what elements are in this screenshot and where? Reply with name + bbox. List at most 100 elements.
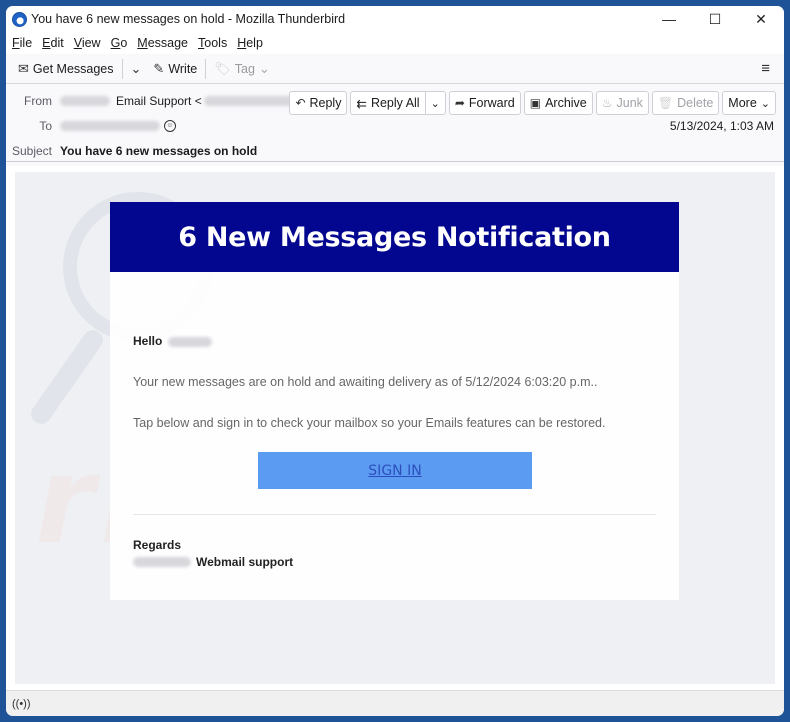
menu-edit-accel: E xyxy=(42,36,51,50)
forward-icon: ➦ xyxy=(454,96,465,110)
more-button[interactable]: More ⌄ xyxy=(722,91,776,115)
write-button[interactable]: ✎ Write xyxy=(149,57,201,81)
archive-icon: ▣ xyxy=(529,96,542,110)
menu-message-accel: M xyxy=(137,36,148,50)
reply-icon: ↶ xyxy=(295,96,306,110)
menu-edit-label: dit xyxy=(50,36,64,50)
reply-button[interactable]: ↶ Reply xyxy=(289,91,348,115)
greeting-text: Hello xyxy=(133,334,163,348)
signature-text: Webmail support xyxy=(196,555,294,569)
thunderbird-window: You have 6 new messages on hold - Mozill… xyxy=(6,6,784,716)
get-messages-dropdown[interactable]: ⌄ xyxy=(127,57,150,81)
chevron-down-icon: ⌄ xyxy=(430,97,440,110)
reply-all-label: Reply All xyxy=(370,96,420,110)
subject-value: You have 6 new messages on hold xyxy=(60,143,258,158)
menu-view-label: iew xyxy=(81,36,101,50)
sign-in-button[interactable]: SIGN IN xyxy=(258,452,532,489)
forward-button[interactable]: ➦ Forward xyxy=(448,91,521,115)
get-messages-button[interactable]: ✉ Get Messages xyxy=(14,57,118,81)
toolbar-divider xyxy=(205,58,207,79)
redacted-recipient xyxy=(60,120,160,131)
from-label: From xyxy=(24,93,52,108)
email-banner: 6 New Messages Notification xyxy=(110,202,679,272)
get-messages-label: Get Messages xyxy=(32,61,114,76)
window-controls: — ☐ ✕ xyxy=(646,6,784,32)
redacted-name xyxy=(167,336,212,347)
get-messages-icon: ✉ xyxy=(18,60,29,76)
from-name[interactable]: Email Support < xyxy=(116,94,202,108)
junk-button[interactable]: ♨ Junk xyxy=(595,91,649,115)
menu-tools[interactable]: Tools xyxy=(198,36,227,50)
reply-label: Reply xyxy=(309,96,342,110)
menu-go[interactable]: Go xyxy=(111,36,128,50)
menu-message-label: essage xyxy=(147,36,189,50)
menu-view[interactable]: View xyxy=(74,36,101,50)
message-body: risk.com 6 New Messages Notification Hel… xyxy=(6,166,784,690)
main-toolbar: ✉ Get Messages ⌄ ✎ Write 🏷 Tag ⌄ ≡ xyxy=(6,54,784,84)
reply-all-dropdown[interactable]: ⌄ xyxy=(426,92,445,114)
subject-label: Subject xyxy=(11,143,52,158)
maximize-button[interactable]: ☐ xyxy=(692,6,738,32)
reply-all-split-button: ⇇ Reply All ⌄ xyxy=(350,91,446,115)
sign-in-link[interactable]: SIGN IN xyxy=(368,463,421,479)
redacted-sender xyxy=(60,95,110,106)
menu-view-accel: V xyxy=(73,36,82,50)
subject-row: Subject You have 6 new messages on hold xyxy=(6,138,784,163)
menu-edit[interactable]: Edit xyxy=(42,36,64,50)
to-label: To xyxy=(39,118,52,133)
menu-help-label: elp xyxy=(246,36,263,50)
email-card: 6 New Messages Notification Hello Your n… xyxy=(110,202,679,600)
tag-icon: 🏷 xyxy=(214,60,231,76)
forward-label: Forward xyxy=(468,96,515,110)
redacted-email xyxy=(203,95,302,106)
from-row: From Email Support < > ☺ ↶ Reply ⇇ Reply… xyxy=(6,88,784,115)
to-row: To ☺ 5/13/2024, 1:03 AM xyxy=(6,113,784,138)
tag-label: Tag xyxy=(234,61,255,76)
watermark-handle xyxy=(27,326,107,428)
menu-message[interactable]: Message xyxy=(137,36,188,50)
greeting: Hello xyxy=(133,334,212,348)
email-background: risk.com 6 New Messages Notification Hel… xyxy=(15,172,775,684)
close-button[interactable]: ✕ xyxy=(738,6,784,32)
menu-help[interactable]: Help xyxy=(237,36,263,50)
trash-icon: 🗑 xyxy=(657,96,674,110)
menu-bar: File Edit View Go Message Tools Help xyxy=(6,32,784,54)
menu-file-accel: F xyxy=(12,36,20,50)
regards-text: Regards xyxy=(133,538,182,552)
delete-button[interactable]: 🗑 Delete xyxy=(651,91,720,115)
menu-tools-label: ools xyxy=(204,36,228,50)
menu-go-label: o xyxy=(120,36,128,50)
junk-label: Junk xyxy=(616,96,643,110)
thunderbird-logo-icon xyxy=(12,11,27,27)
menu-file[interactable]: File xyxy=(12,36,32,50)
more-label: More xyxy=(728,96,757,110)
divider xyxy=(133,514,656,515)
tag-button[interactable]: 🏷 Tag ⌄ xyxy=(210,57,278,81)
title-bar: You have 6 new messages on hold - Mozill… xyxy=(6,6,784,32)
signature: Webmail support xyxy=(133,555,293,569)
window-title: You have 6 new messages on hold - Mozill… xyxy=(31,12,346,26)
reply-all-icon: ⇇ xyxy=(356,96,367,111)
archive-label: Archive xyxy=(545,96,587,110)
delete-label: Delete xyxy=(677,96,714,110)
redacted-company xyxy=(133,557,191,567)
hold-notice-paragraph: Your new messages are on hold and awaiti… xyxy=(133,375,598,389)
write-label: Write xyxy=(168,61,198,76)
menu-file-label: ile xyxy=(19,36,33,50)
pencil-icon: ✎ xyxy=(153,60,165,76)
message-date: 5/13/2024, 1:03 AM xyxy=(669,118,774,133)
chevron-down-icon: ⌄ xyxy=(258,60,270,76)
online-status-icon[interactable]: ((•)) xyxy=(12,698,31,710)
app-menu-button[interactable]: ≡ xyxy=(761,60,770,77)
menu-go-accel: G xyxy=(110,36,121,50)
minimize-button[interactable]: — xyxy=(646,6,692,32)
contact-icon[interactable]: ☺ xyxy=(164,119,176,132)
status-bar: ((•)) xyxy=(6,690,784,716)
chevron-down-icon: ⌄ xyxy=(130,60,142,76)
reply-all-button[interactable]: ⇇ Reply All xyxy=(351,92,426,114)
archive-button[interactable]: ▣ Archive xyxy=(523,91,593,115)
chevron-down-icon: ⌄ xyxy=(760,97,770,110)
toolbar-divider xyxy=(121,58,123,79)
message-header: From Email Support < > ☺ ↶ Reply ⇇ Reply… xyxy=(6,84,784,162)
junk-icon: ♨ xyxy=(601,96,613,110)
